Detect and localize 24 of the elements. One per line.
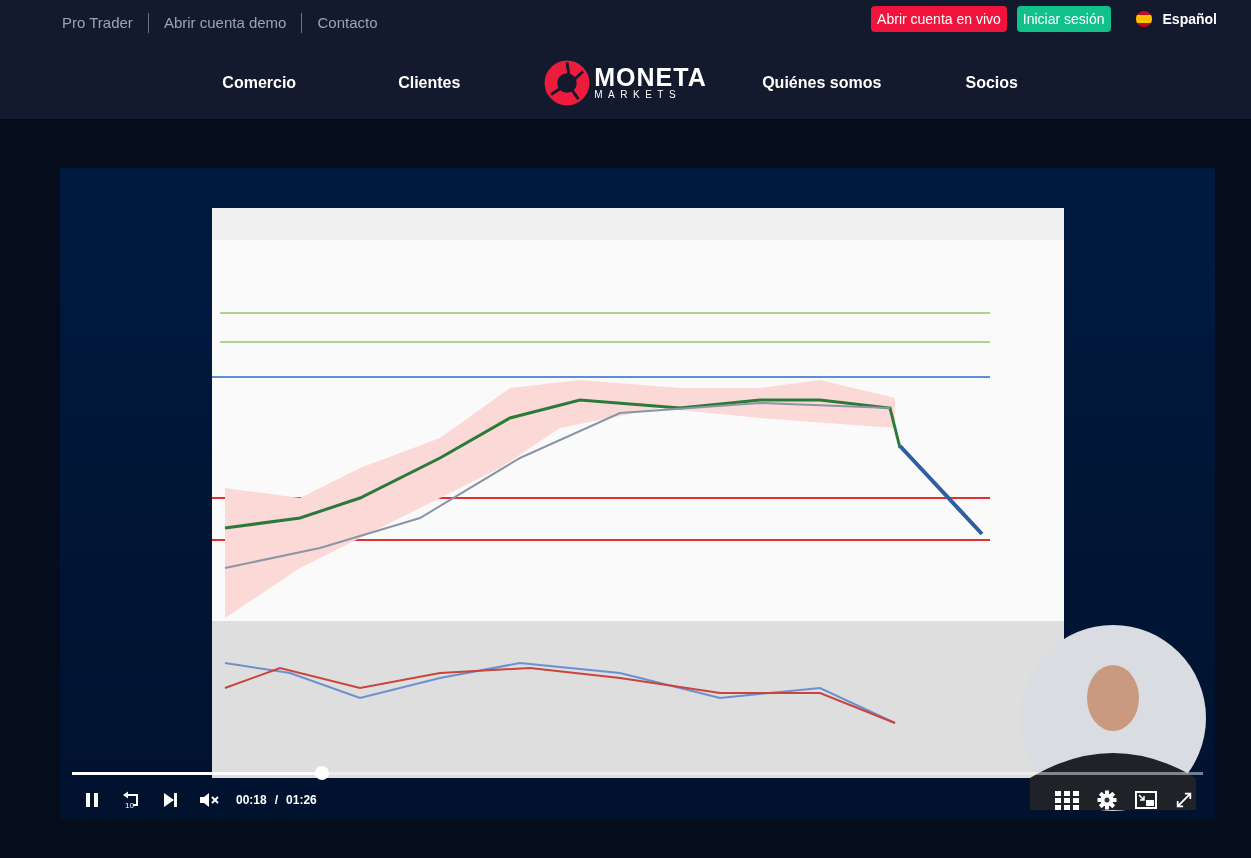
logo-name: MONETA [594, 65, 707, 90]
nav-link[interactable]: Comercio [174, 73, 345, 92]
current-time: 00:18 [236, 793, 267, 807]
nav-link[interactable]: Socios [906, 73, 1077, 92]
fullscreen-icon [1175, 791, 1193, 809]
picture-in-picture-button[interactable] [1133, 788, 1159, 812]
nav-link[interactable]: Clientes [344, 73, 515, 92]
settings-icon [1097, 790, 1117, 810]
speaker-icon [198, 790, 220, 810]
nav-link[interactable]: Quiénes somos [736, 73, 907, 92]
grid-button[interactable] [1053, 788, 1081, 812]
picture-in-picture-icon [1135, 790, 1157, 810]
duration: 01:26 [286, 793, 317, 807]
time-separator: / [274, 793, 279, 807]
logo-icon [544, 59, 591, 106]
top-link[interactable]: Abrir cuenta demo [147, 13, 302, 33]
top-link[interactable]: Contacto [301, 13, 393, 33]
language-link[interactable]: Español [1162, 11, 1217, 27]
grid-icon [1055, 790, 1079, 810]
settings-button[interactable] [1095, 788, 1119, 812]
open-account-button[interactable]: Abrir cuenta en vivo [871, 6, 1007, 32]
flag-icon [1134, 10, 1153, 28]
top-link[interactable]: Pro Trader [62, 13, 148, 33]
logo-tagline: MARKETS [594, 90, 683, 100]
